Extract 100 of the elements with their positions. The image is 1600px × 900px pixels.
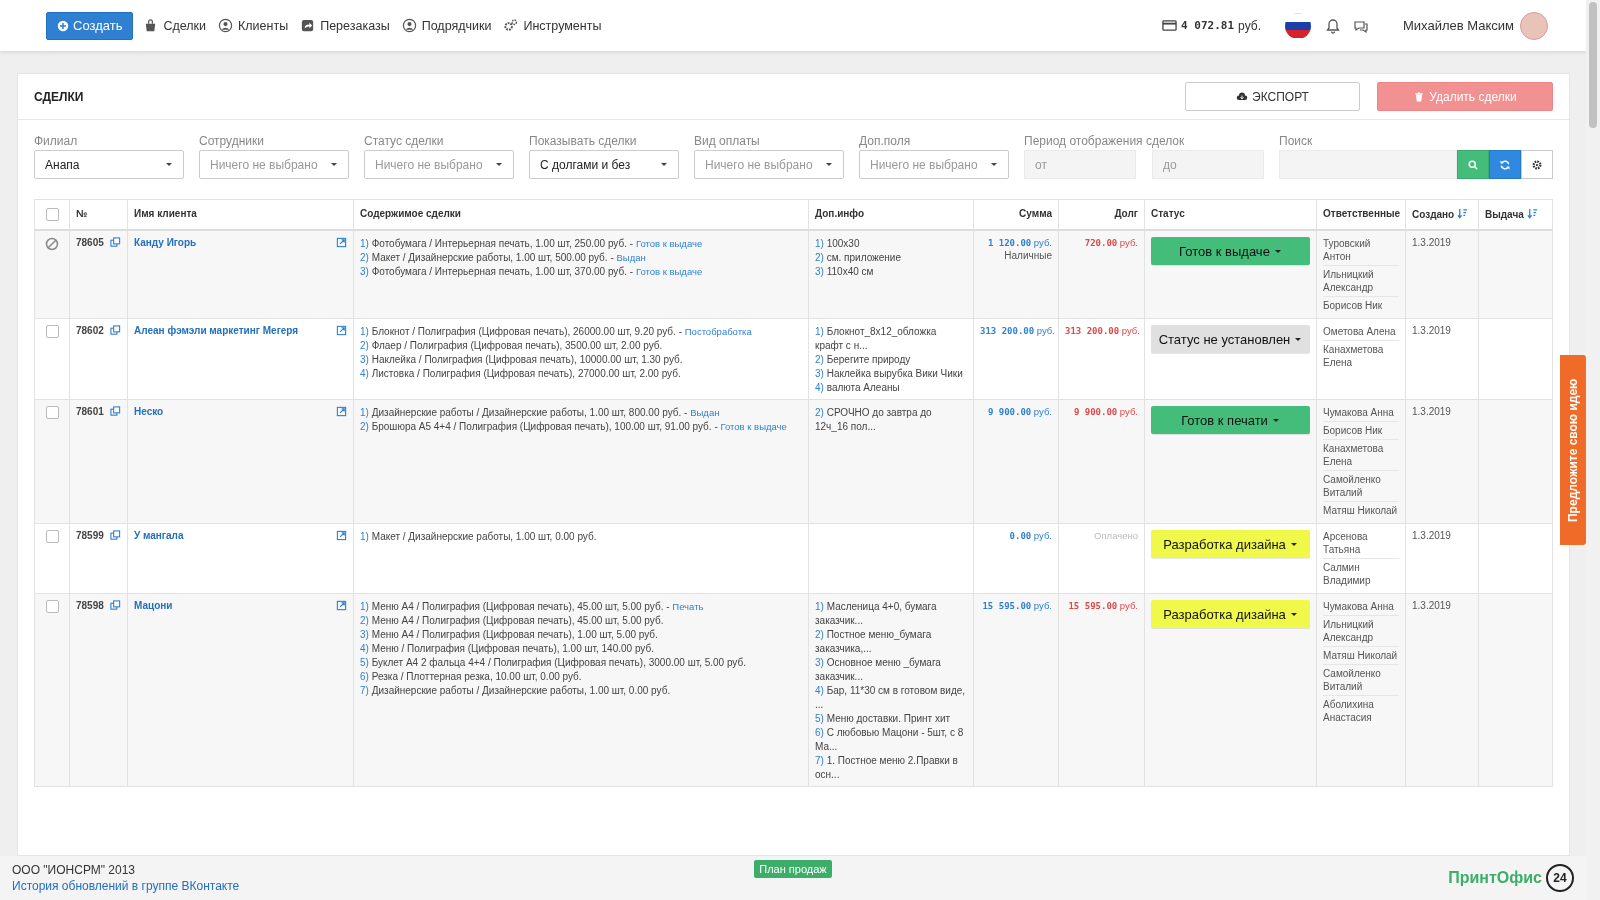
filter-label: Доп.поля [859,134,912,148]
order-item: 2) Флаер / Полиграфия (Цифровая печать), 3500.00 шт, 2.00 руб. [360,339,664,353]
debt-amount: 313 200.00 руб. [1065,325,1138,336]
sales-plan-button[interactable]: План продаж [754,860,832,878]
nav-item[interactable]: Сделки [141,18,208,33]
order-item: 7) Дизайнерские работы / Дизайнерские работы, 1.00 шт, 0.00 руб. [360,684,672,698]
responsible-name: Самойленко Виталий [1323,471,1399,502]
filter-label: Филиал [34,134,79,148]
nav-item[interactable]: Клиенты [216,18,291,33]
info-line: 4) Бар, 11*30 см в готовом виде, ... [815,684,967,712]
info-line: 2) Берегите природу [815,353,912,367]
client-link[interactable]: Алеан фэмэли маркетинг Мегеря [134,325,299,336]
responsible-name: Ометова Алена [1323,323,1399,341]
nav-item[interactable]: Перезаказы [298,18,392,33]
date-to-field[interactable]: до [1152,150,1264,179]
status-dropdown[interactable]: Готов к печати [1151,406,1310,434]
status-link[interactable]: Выдан [690,407,720,418]
filter-select[interactable]: Анапа [34,150,184,179]
info-line: 1) Масленица 4+0, бумага заказчик... [815,600,938,628]
updates-link[interactable]: История обновлений в группе ВКонтакте [12,879,533,893]
filter-select[interactable]: Ничего не выбрано [199,150,349,179]
responsible-name: Салмин Владимир [1323,561,1372,588]
responsible-name: Аболихина Анастасия [1323,698,1375,725]
status-dropdown[interactable]: Разработка дизайна [1151,600,1310,628]
status-link[interactable]: Готов к выдаче [635,266,703,277]
order-item: 4) Листовка / Полиграфия (Цифровая печать), 27000.00 шт, 2.00 руб. [360,367,682,381]
responsible-name: Канахметова Елена [1323,343,1385,370]
deal-number: 78605 [76,237,104,248]
status-dropdown[interactable]: Статус не установлен [1151,325,1310,353]
debt-amount: 15 595.00 руб. [1067,600,1138,611]
column-header: Имя клиента [134,208,197,219]
order-item: 3) Меню А4 / Полиграфия (Цифровая печать), 1.00 шт, 5.00 руб. [360,628,659,642]
responsible-name: Матяш Николай [1323,647,1399,665]
debt-amount: 720.00 руб. [1083,237,1138,248]
responsible-name: Канахметова Елена [1323,440,1399,471]
status-link[interactable]: Печать [672,601,704,612]
balance[interactable]: 4 072.81 руб. [1162,18,1261,33]
order-item: 1) Блокнот / Полиграфия (Цифровая печать), 26000.00 шт, 9.20 руб. - Постобработка [360,325,753,339]
filter-label: Статус сделки [364,134,445,148]
responsible-name: Арсенова Татьяна [1323,528,1399,559]
status-link[interactable]: Выдан [616,252,646,263]
export-button[interactable]: ЭКСПОРТ [1185,82,1360,111]
info-line: 5) Меню доставки. Принт хит [815,712,952,726]
sum-amount: 313 200.00 руб. [980,325,1052,336]
info-line: 1) Блокнот_8x12_обложка крафт с н... [815,325,938,353]
filter-select[interactable]: С долгами и без [529,150,679,179]
brand-badge: 24 [1546,864,1574,892]
info-line: 1) 100x30 [815,237,861,251]
info-line: 2) Постное меню_бумага заказчика,... [815,628,933,656]
order-item: 2) Брошюра А5 4+4 / Полиграфия (Цифровая печать), 100.00 шт, 91.00 руб. - Готов к выдаче [360,420,788,434]
client-link[interactable]: У мангала [134,530,184,541]
sum-amount: 9 900.00 руб. [986,406,1052,417]
nav-item[interactable]: Инструменты [501,18,604,33]
status-dropdown[interactable]: Разработка дизайна [1151,530,1310,558]
column-header: Статус [1151,208,1185,219]
filter-label: Поиск [1279,134,1314,148]
responsible-name: Ильницкий Александр [1323,266,1399,297]
client-link[interactable]: Канду Игорь [134,237,197,248]
status-dropdown[interactable]: Готов к выдаче [1151,237,1310,265]
responsible-name: Борисов Ник [1323,299,1384,313]
created-date: 1.3.2019 [1412,325,1451,336]
created-date: 1.3.2019 [1412,530,1451,541]
client-link[interactable]: Неско [134,406,164,417]
nav-item[interactable]: Подрядчики [399,18,494,33]
date-from-field[interactable]: от [1024,150,1136,179]
responsible-name: Ильницкий Александр [1323,616,1399,647]
sum-amount: 0.00 руб. [1008,530,1052,541]
info-line: 2) СРОЧНО до завтра до 12ч_16 пол... [815,406,933,434]
order-item: 1) Дизайнерские работы / Дизайнерские работы, 1.00 шт, 800.00 руб. - Выдан [360,406,721,420]
filter-select[interactable]: Ничего не выбрано [364,150,514,179]
responsible-name: Чумакова Анна [1323,598,1399,616]
create-button[interactable]: Создать [46,11,134,40]
order-item: 1) Меню А4 / Полиграфия (Цифровая печать), 45.00 шт, 5.00 руб. - Печать [360,600,705,614]
debt-amount: 9 900.00 руб. [1072,406,1138,417]
status-link[interactable]: Готов к выдаче [720,421,787,432]
order-item: 3) Фотобумага / Интерьерная печать, 1.00 шт, 370.00 руб. - Готов к выдаче [360,265,704,279]
responsible-name: Туровский Антон [1323,235,1399,266]
responsible-name: Борисов Ник [1323,422,1399,440]
column-header: № [76,208,88,219]
paid-label: Оплачено [1093,530,1138,541]
brand-name: ПринтОфис [1448,869,1542,887]
responsible-name: Чумакова Анна [1323,404,1399,422]
filter-select[interactable]: Ничего не выбрано [694,150,844,179]
user-name[interactable]: Михайлев Максим [1403,18,1514,33]
filter-select[interactable]: Ничего не выбрано [859,150,1009,179]
status-link[interactable]: Готов к выдаче [635,238,703,249]
created-date: 1.3.2019 [1412,406,1451,417]
created-date: 1.3.2019 [1412,237,1451,248]
copyright-text: ООО "ИОНСРМ" 2013 [12,863,137,877]
status-link[interactable]: Постобработка [684,326,752,337]
client-link[interactable]: Мацони [134,600,173,611]
filter-label: Показывать сделки [529,134,638,148]
feedback-tab[interactable]: Предложите свою идею [1560,355,1586,545]
responsible-name: Самойленко Виталий [1323,665,1399,696]
info-line: 3) 110x40 см [815,265,875,279]
order-item: 2) Меню А4 / Полиграфия (Цифровая печать), 45.00 шт, 5.00 руб. [360,614,665,628]
deal-number: 78601 [76,406,104,417]
deal-number: 78602 [76,325,104,336]
page-title: СДЕЛКИ [34,89,84,104]
order-item: 5) Буклет А4 2 фальца 4+4 / Полиграфия (Цифровая печать), 3000.00 шт, 5.00 руб. [360,656,747,670]
